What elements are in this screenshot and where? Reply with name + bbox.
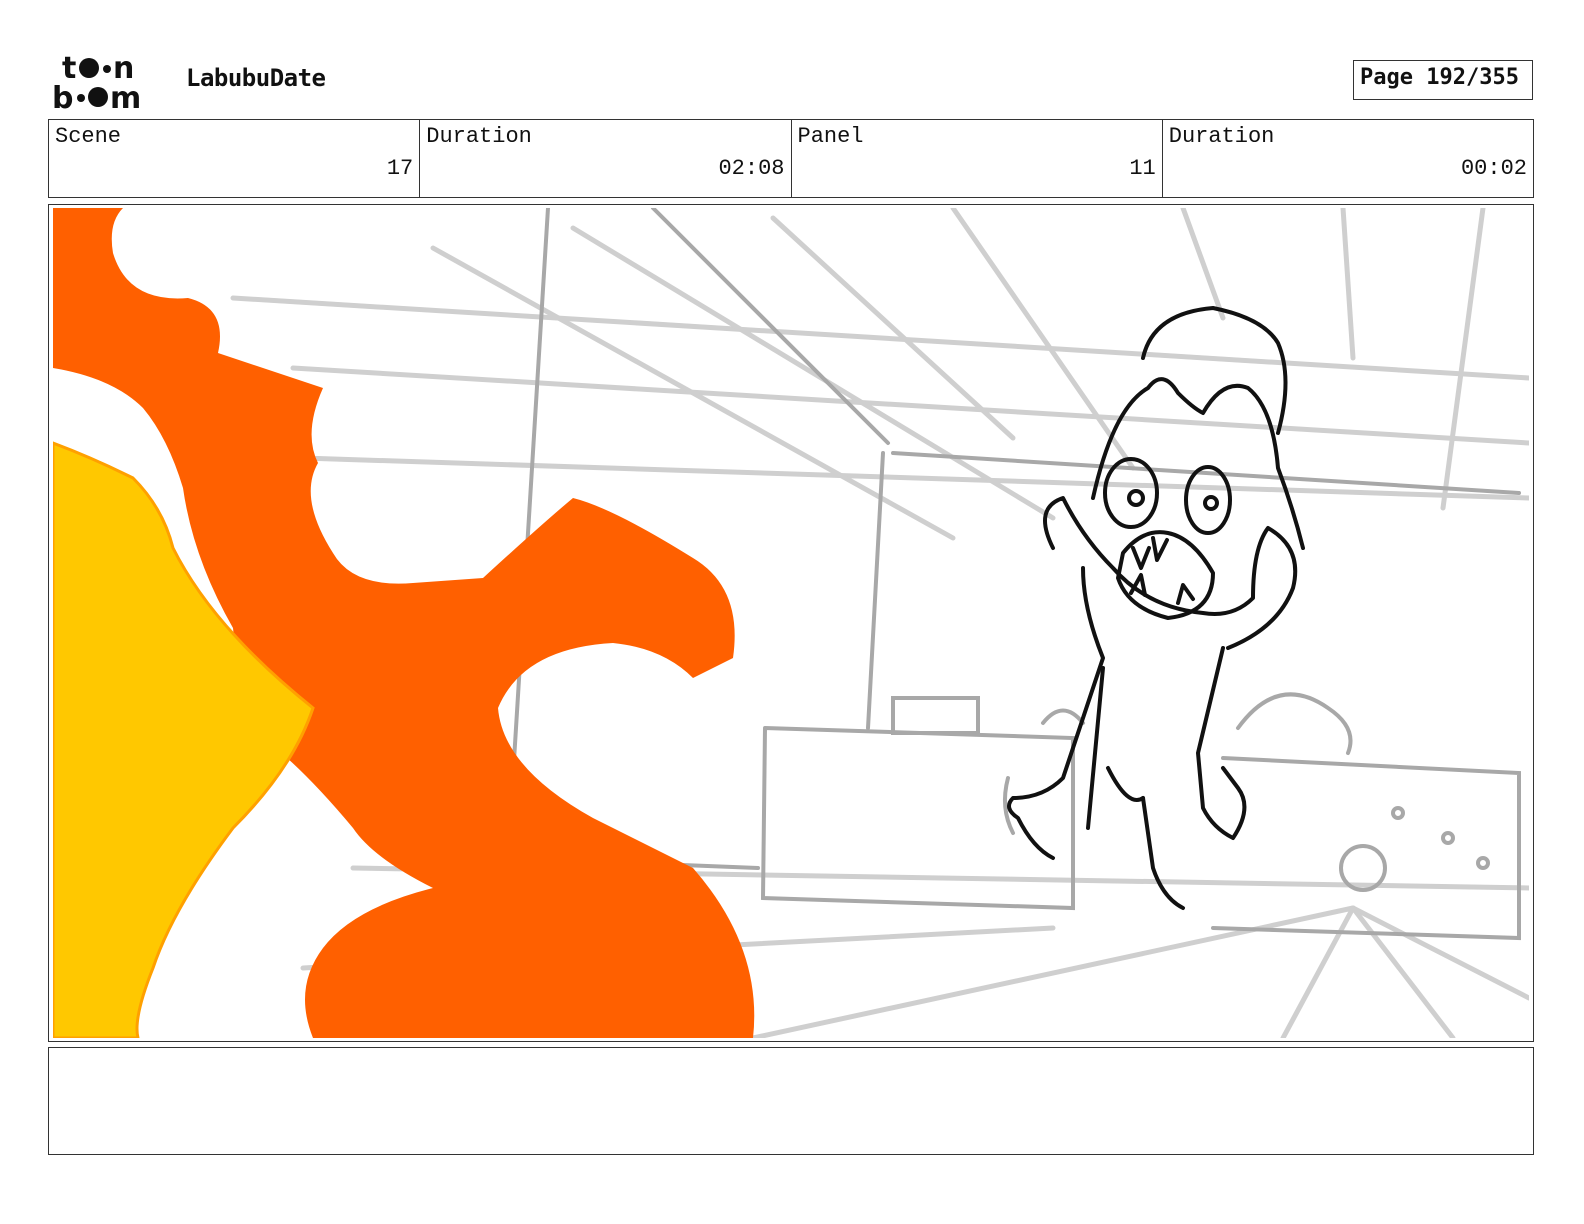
- project-title: LabubuDate: [186, 64, 326, 92]
- panel-duration-value: 00:02: [1460, 156, 1527, 181]
- panel-value: 11: [1129, 156, 1156, 181]
- panel-duration-cell: Duration 00:02: [1163, 120, 1533, 197]
- panel-cell: Panel 11: [792, 120, 1163, 197]
- panel-notes-box: [48, 1047, 1534, 1155]
- panel-duration-label: Duration: [1168, 124, 1275, 149]
- storyboard-panel: [48, 204, 1534, 1042]
- scene-duration-value: 02:08: [718, 156, 785, 181]
- scene-duration-cell: Duration 02:08: [420, 120, 792, 197]
- toon-boom-logo: t n b m: [52, 52, 141, 112]
- scene-label: Scene: [55, 124, 122, 149]
- panel-label: Panel: [797, 124, 864, 149]
- svg-text:m: m: [110, 81, 141, 112]
- scene-duration-label: Duration: [426, 124, 532, 149]
- svg-text:b: b: [52, 81, 73, 112]
- scene-value: 17: [386, 156, 414, 181]
- page-indicator: Page 192/355: [1353, 60, 1533, 100]
- scene-cell: Scene 17: [49, 120, 421, 197]
- panel-drawing: [53, 208, 1529, 1038]
- panel-info-table: Scene 17 Duration 02:08 Panel 11 Duratio…: [48, 119, 1534, 198]
